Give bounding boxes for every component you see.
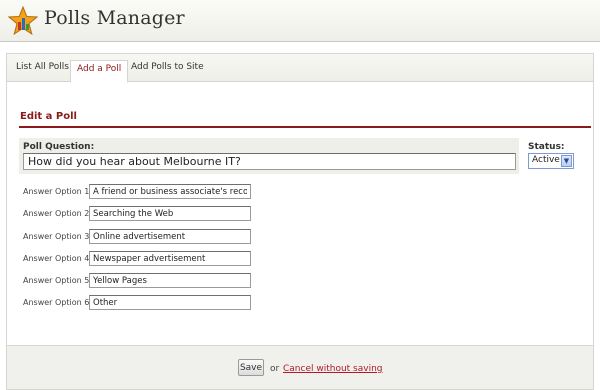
chevron-down-icon[interactable]: ▼ xyxy=(561,155,572,167)
app-title: Polls Manager xyxy=(44,7,185,29)
answer-option-input[interactable] xyxy=(89,295,251,310)
answer-option-label: Answer Option 3: xyxy=(23,232,93,241)
answer-option-input[interactable] xyxy=(89,229,251,244)
tab-bar: List All Polls Add a Poll Add Polls to S… xyxy=(7,54,593,83)
answer-option-label: Answer Option 1: xyxy=(23,187,93,196)
status-label: Status: xyxy=(528,142,565,152)
section-title: Edit a Poll xyxy=(20,111,77,122)
section-divider xyxy=(19,126,591,128)
app-header: Polls Manager xyxy=(0,0,600,42)
answer-option-label: Answer Option 2: xyxy=(23,209,93,218)
status-select[interactable]: Active ▼ xyxy=(528,153,574,169)
answer-option-label: Answer Option 4: xyxy=(23,254,93,263)
cancel-link[interactable]: Cancel without saving xyxy=(283,364,383,374)
tab-list-all-polls[interactable]: List All Polls xyxy=(16,62,69,72)
status-value: Active xyxy=(532,155,560,165)
form-footer: Save or Cancel without saving xyxy=(7,345,593,389)
star-chart-icon xyxy=(8,6,38,36)
answer-option-input[interactable] xyxy=(89,184,251,199)
question-group: Poll Question: xyxy=(19,138,519,174)
answer-option-label: Answer Option 5: xyxy=(23,276,93,285)
or-text: or xyxy=(270,364,280,374)
tab-add-a-poll[interactable]: Add a Poll xyxy=(70,60,129,83)
answer-option-label: Answer Option 6: xyxy=(23,298,93,307)
answer-option-input[interactable] xyxy=(89,273,251,288)
polls-panel: List All Polls Add a Poll Add Polls to S… xyxy=(6,53,594,390)
answer-option-input[interactable] xyxy=(89,251,251,266)
save-button[interactable]: Save xyxy=(238,359,264,376)
tab-add-polls-to-site[interactable]: Add Polls to Site xyxy=(131,62,204,72)
poll-question-input[interactable] xyxy=(23,153,516,170)
answer-option-input[interactable] xyxy=(89,206,251,221)
poll-question-label: Poll Question: xyxy=(23,142,95,152)
